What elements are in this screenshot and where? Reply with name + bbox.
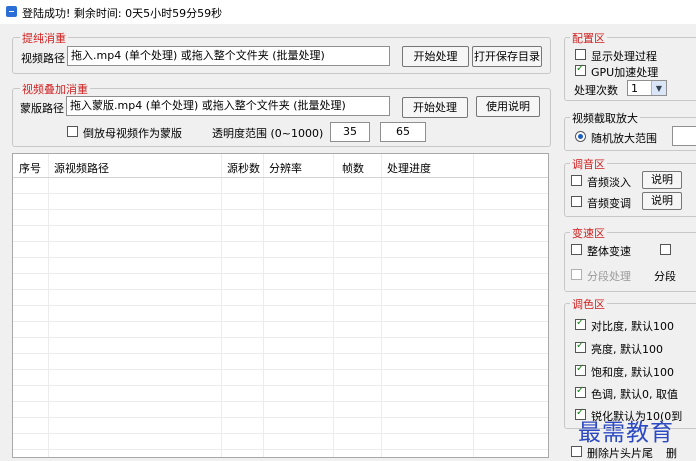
overall-speed-label: 整体变速	[587, 245, 631, 258]
audio-legend: 调音区	[570, 156, 607, 172]
mask-path-label: 蒙版路径	[20, 102, 64, 115]
hue-label: 色调, 默认0, 取值	[591, 388, 678, 401]
column-header-frames[interactable]: 帧数	[342, 160, 364, 176]
start-process-button[interactable]: 开始处理	[402, 46, 469, 67]
saturation-label: 饱和度, 默认100	[591, 366, 674, 379]
contrast-label: 对比度, 默认100	[591, 320, 674, 333]
show-process-checkbox[interactable]	[575, 49, 586, 60]
login-status-text: 登陆成功! 剩余时间: 0天5小时59分59秒	[22, 7, 223, 20]
random-zoom-radio[interactable]	[575, 131, 586, 142]
grid-line	[13, 337, 548, 338]
grid-line	[13, 257, 548, 258]
random-zoom-label: 随机放大范围	[591, 132, 657, 145]
invert-video-label: 倒放母视频作为蒙版	[83, 127, 182, 140]
video-path-input[interactable]: 拖入.mp4 (单个处理) 或拖入整个文件夹 (批量处理)	[67, 46, 390, 66]
grid-line	[13, 225, 548, 226]
title-bar: 登陆成功! 剩余时间: 0天5小时59分59秒	[0, 0, 696, 24]
extract-legend: 提纯消重	[20, 30, 68, 46]
watermark-text: 最需教育	[578, 420, 674, 446]
grid-line	[13, 241, 548, 242]
process-count-select[interactable]: 1 ▼	[627, 80, 667, 96]
overall-speed-checkbox[interactable]	[571, 244, 582, 255]
segment-process-checkbox[interactable]	[571, 269, 582, 280]
opacity-range-label: 透明度范围 (0~1000)	[212, 127, 324, 140]
hue-checkbox[interactable]	[575, 385, 586, 398]
column-header-progress[interactable]: 处理进度	[387, 160, 431, 176]
second-speed-checkbox[interactable]	[660, 244, 671, 255]
crop-legend: 视频截取放大	[570, 110, 640, 126]
open-save-dir-button[interactable]: 打开保存目录	[472, 46, 542, 67]
column-header-resolution[interactable]: 分辨率	[269, 160, 302, 176]
trim-extra-label: 删	[666, 447, 677, 460]
grid-line	[13, 369, 548, 370]
brightness-checkbox[interactable]	[575, 340, 586, 353]
header-separator	[13, 177, 548, 178]
fade-in-help-button[interactable]: 说明	[642, 171, 682, 189]
invert-video-checkbox[interactable]	[67, 126, 78, 137]
process-count-value: 1	[631, 82, 638, 95]
brightness-label: 亮度, 默认100	[591, 343, 663, 356]
grid-line	[13, 433, 548, 434]
audio-fade-in-checkbox[interactable]	[571, 175, 582, 186]
grid-line	[13, 305, 548, 306]
grid-line	[13, 321, 548, 322]
zoom-range-input[interactable]	[672, 126, 696, 146]
mask-path-input[interactable]: 拖入蒙版.mp4 (单个处理) 或拖入整个文件夹 (批量处理)	[66, 96, 390, 116]
grid-line	[13, 209, 548, 210]
grid-line	[13, 273, 548, 274]
trim-head-tail-checkbox[interactable]	[571, 446, 582, 457]
process-count-label: 处理次数	[574, 84, 618, 97]
column-header-duration[interactable]: 源秒数	[227, 160, 260, 176]
speed-legend: 变速区	[570, 225, 607, 241]
overlay-legend: 视频叠加消重	[20, 81, 90, 97]
column-header-index[interactable]: 序号	[19, 160, 41, 176]
opacity-min-input[interactable]: 35	[330, 122, 370, 142]
trim-head-tail-label: 删除片头片尾	[587, 447, 653, 460]
segment-process-label: 分段处理	[587, 270, 631, 283]
app-icon	[6, 6, 17, 17]
pitch-help-button[interactable]: 说明	[642, 192, 682, 210]
saturation-checkbox[interactable]	[575, 363, 586, 376]
chevron-down-icon: ▼	[651, 81, 666, 95]
video-path-label: 视频路径	[21, 52, 65, 65]
contrast-checkbox[interactable]	[575, 317, 586, 330]
audio-fade-in-label: 音频淡入	[587, 176, 631, 189]
column-header-source-path[interactable]: 源视频路径	[54, 160, 109, 176]
gpu-accel-checkbox[interactable]	[575, 63, 586, 76]
grid-line	[13, 417, 548, 418]
grid-line	[13, 385, 548, 386]
color-legend: 调色区	[570, 296, 607, 312]
opacity-max-input[interactable]: 65	[380, 122, 426, 142]
usage-help-button[interactable]: 使用说明	[476, 96, 540, 117]
grid-line	[13, 289, 548, 290]
overlay-start-button[interactable]: 开始处理	[402, 97, 468, 118]
grid-line	[13, 401, 548, 402]
gpu-accel-label: GPU加速处理	[591, 66, 659, 79]
audio-pitch-label: 音频变调	[587, 197, 631, 210]
grid-line	[13, 193, 548, 194]
grid-line	[13, 449, 548, 450]
config-legend: 配置区	[570, 30, 607, 46]
video-list-table[interactable]: 序号 源视频路径 源秒数 分辨率 帧数 处理进度	[12, 153, 549, 458]
segment-label: 分段	[654, 270, 676, 283]
audio-pitch-checkbox[interactable]	[571, 196, 582, 207]
show-process-label: 显示处理过程	[591, 50, 657, 63]
grid-line	[13, 353, 548, 354]
